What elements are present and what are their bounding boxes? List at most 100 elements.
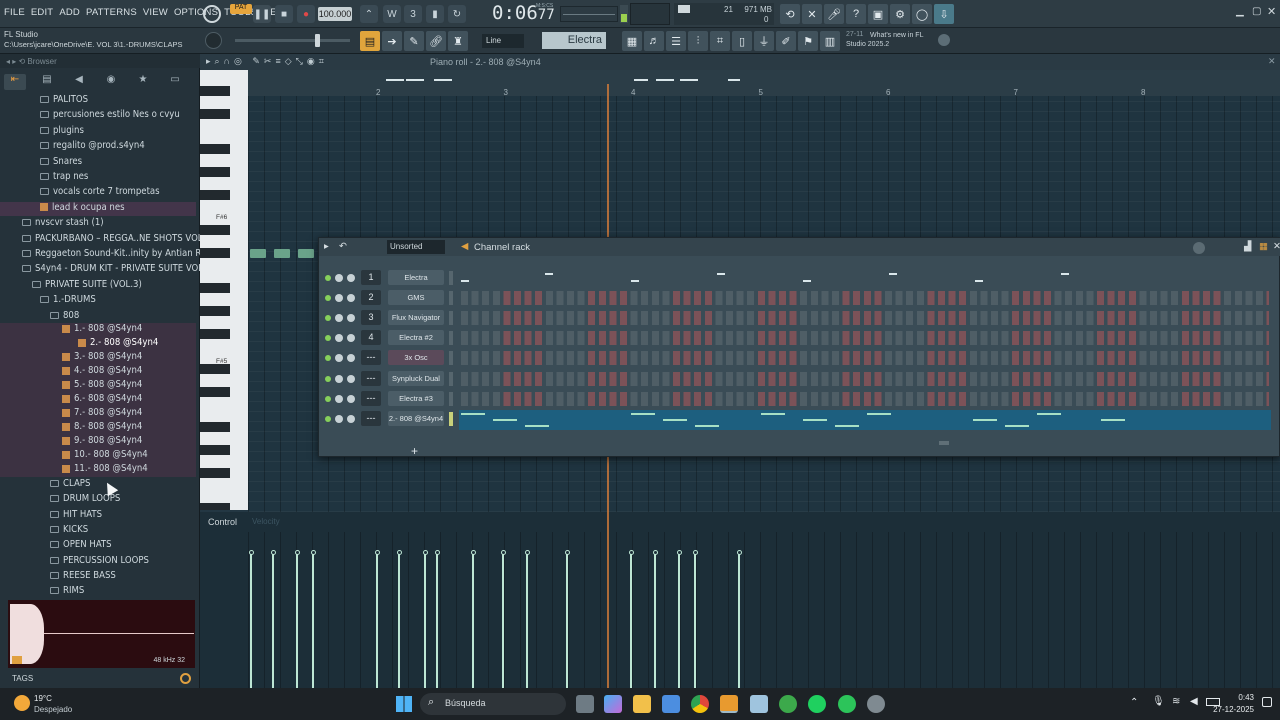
channel-number[interactable]: --- xyxy=(361,410,381,426)
velocity-bar[interactable] xyxy=(566,554,568,688)
channel-number[interactable]: 1 xyxy=(361,270,381,285)
black-key[interactable] xyxy=(200,166,230,177)
typing-keyboard-icon[interactable]: ▤ xyxy=(360,31,380,51)
step-sequencer[interactable] xyxy=(461,331,1269,346)
velocity-handle[interactable] xyxy=(270,550,276,555)
menu-edit[interactable]: EDIT xyxy=(31,7,53,18)
windows-start-icon[interactable] xyxy=(396,696,412,712)
image-app-icon[interactable] xyxy=(750,695,768,713)
velocity-handle[interactable] xyxy=(374,550,380,555)
subfolder-item[interactable]: DRUM LOOPS xyxy=(0,493,196,507)
clock-time[interactable]: 0:43 xyxy=(1224,693,1254,702)
channel-number[interactable]: --- xyxy=(361,370,381,386)
news-text[interactable]: What's new in FL Studio 2025.2 xyxy=(846,31,932,49)
channel-select-indicator[interactable] xyxy=(449,291,453,306)
channel-name-button[interactable]: GMS xyxy=(388,290,444,306)
velocity-bar[interactable] xyxy=(678,554,680,688)
channel-select-indicator[interactable] xyxy=(449,391,453,406)
record-button[interactable]: ● xyxy=(297,5,315,23)
velocity-handle[interactable] xyxy=(248,550,254,555)
channel-pan-knob[interactable] xyxy=(335,394,343,403)
velocity-bar[interactable] xyxy=(694,554,696,688)
step-sequencer[interactable] xyxy=(461,291,1269,306)
control-label[interactable]: Control xyxy=(208,517,237,527)
velocity-bar[interactable] xyxy=(376,554,378,688)
channel-led-icon[interactable] xyxy=(325,275,331,281)
menu-add[interactable]: ADD xyxy=(59,7,80,18)
tree-item[interactable]: nvscvr stash (1) xyxy=(0,217,196,231)
channel-led-icon[interactable] xyxy=(325,315,331,322)
black-key[interactable] xyxy=(200,468,230,479)
pencil-icon[interactable]: ✎ xyxy=(404,31,424,51)
velocity-handle[interactable] xyxy=(434,550,440,555)
channel-select-indicator[interactable] xyxy=(449,311,453,326)
volume-icon[interactable]: ◀ xyxy=(1190,696,1198,707)
sample-item[interactable]: 11.- 808 @S4yn4 xyxy=(0,463,196,477)
tree-item[interactable]: Reggaeton Sound-Kit..inity by Antian Ros… xyxy=(0,248,216,262)
channel-name-button[interactable]: 2.- 808 @S4yn4 xyxy=(388,410,444,426)
velocity-bar[interactable] xyxy=(424,554,426,688)
sample-item[interactable]: 2.- 808 @S4yn4 xyxy=(0,337,196,351)
sample-item[interactable]: 10.- 808 @S4yn4 xyxy=(0,449,196,463)
step-sequencer[interactable] xyxy=(461,391,1269,406)
brush-icon[interactable]: ✐ xyxy=(776,31,796,51)
tree-item[interactable]: plugins xyxy=(0,125,196,139)
whatsapp-icon[interactable] xyxy=(838,695,856,713)
velocity-handle[interactable] xyxy=(736,550,742,555)
channel-select-indicator[interactable] xyxy=(449,411,453,426)
velocity-bar[interactable] xyxy=(738,554,740,688)
notification-icon[interactable] xyxy=(1262,697,1272,707)
velocity-lane[interactable] xyxy=(248,532,1280,688)
hint-icon[interactable] xyxy=(203,5,221,23)
velocity-bar[interactable] xyxy=(502,554,504,688)
clock-date[interactable]: 27-12-2025 xyxy=(1200,705,1254,714)
velocity-handle[interactable] xyxy=(470,550,476,555)
plugin-picker-icon[interactable]: ⌗ xyxy=(710,31,730,51)
step-edit-icon[interactable]: ▮ xyxy=(426,5,444,23)
channel-select-indicator[interactable] xyxy=(449,351,453,366)
tray-chevron-icon[interactable]: ⌃ xyxy=(1130,697,1138,708)
step-sequencer[interactable] xyxy=(461,351,1269,366)
settings-app-icon[interactable] xyxy=(867,695,885,713)
flag-icon[interactable]: ⚑ xyxy=(798,31,818,51)
chat-icon[interactable]: ◯ xyxy=(912,4,932,24)
mixer-icon[interactable]: ✕ xyxy=(802,4,822,24)
channel-rack-icon[interactable]: ☰ xyxy=(666,31,686,51)
tree-item[interactable]: S4yn4 - DRUM KIT - PRIVATE SUITE VOL.3 xyxy=(0,263,211,277)
black-key[interactable] xyxy=(200,445,230,456)
subfolder-item[interactable]: CLAPS xyxy=(0,478,196,492)
master-volume-knob[interactable] xyxy=(205,32,222,49)
plug-icon[interactable]: ⏚ xyxy=(754,31,774,51)
channel-name-button[interactable]: Flux Navigator xyxy=(388,310,444,326)
sample-item[interactable]: 3.- 808 @S4yn4 xyxy=(0,351,196,365)
metronome-icon[interactable]: ⌃ xyxy=(360,5,378,23)
tree-item[interactable]: PALITOS xyxy=(0,94,196,108)
channel-volume-knob[interactable] xyxy=(347,274,355,282)
channel-volume-knob[interactable] xyxy=(347,334,355,343)
close-button[interactable]: ✕ xyxy=(1267,5,1276,18)
copilot-icon[interactable] xyxy=(604,695,622,713)
sample-item[interactable]: 7.- 808 @S4yn4 xyxy=(0,407,196,421)
piano-roll-icon[interactable]: ♬ xyxy=(644,31,664,51)
black-key[interactable] xyxy=(200,190,230,200)
preview-lock-icon[interactable] xyxy=(12,656,22,664)
channel-select-indicator[interactable] xyxy=(449,271,453,285)
sample-item[interactable]: 9.- 808 @S4yn4 xyxy=(0,435,196,449)
channel-pan-knob[interactable] xyxy=(335,334,343,343)
velocity-handle[interactable] xyxy=(396,550,402,555)
tempo-display[interactable]: 100.000 xyxy=(318,7,352,21)
fl-studio-icon[interactable] xyxy=(720,695,738,713)
store-icon[interactable]: ▥ xyxy=(820,31,840,51)
mixer-view-icon[interactable]: ⫶ xyxy=(688,31,708,51)
channel-volume-knob[interactable] xyxy=(347,394,355,403)
graph-icon[interactable]: ▟ xyxy=(1244,241,1251,252)
black-key[interactable] xyxy=(200,503,230,510)
steps-view-icon[interactable]: ▦ xyxy=(1259,241,1268,252)
black-key[interactable] xyxy=(200,282,230,293)
wifi-icon[interactable]: ≋ xyxy=(1172,696,1180,707)
cr-scrollbar[interactable] xyxy=(939,441,949,445)
tree-item[interactable]: Snares xyxy=(0,156,196,170)
sample-item[interactable]: 1.- 808 @S4yn4 xyxy=(0,323,196,337)
channel-volume-knob[interactable] xyxy=(347,354,355,363)
save-icon[interactable]: ▣ xyxy=(868,4,888,24)
